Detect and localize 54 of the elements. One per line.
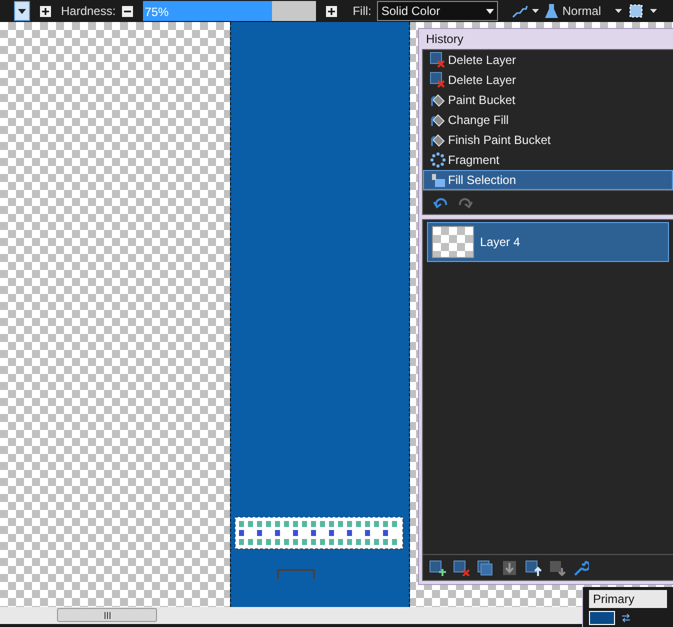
paint-bucket-icon [430, 132, 446, 148]
history-item[interactable]: Fragment [423, 150, 673, 170]
grip-icon [104, 612, 110, 618]
history-item[interactable]: Paint Bucket [423, 90, 673, 110]
fragment-dots-icon [430, 152, 446, 168]
stair-line-icon [512, 4, 528, 18]
history-item[interactable]: Finish Paint Bucket [423, 130, 673, 150]
swap-arrows-icon[interactable] [621, 613, 631, 623]
selection-icon [628, 3, 644, 19]
layer-item[interactable]: Layer 4 [427, 222, 669, 262]
minus-icon [122, 6, 133, 16]
history-item[interactable]: Fill Selection [423, 170, 673, 190]
delete-layer-icon[interactable] [453, 560, 471, 576]
layer-delete-icon [430, 52, 446, 68]
caret-icon [532, 9, 540, 13]
merge-down-icon[interactable] [501, 560, 519, 576]
history-item[interactable]: Delete Layer [423, 70, 673, 90]
fill-label: Fill: [352, 3, 372, 20]
history-item[interactable]: Delete Layer [423, 50, 673, 70]
scrollbar-thumb[interactable] [57, 608, 157, 622]
antialias-button[interactable] [512, 4, 540, 18]
layer-delete-icon [430, 72, 446, 88]
move-layer-up-icon[interactable] [525, 560, 543, 576]
hardness-label: Hardness: [61, 3, 116, 20]
undo-icon[interactable] [433, 196, 449, 208]
plus-icon [40, 6, 51, 16]
decrease-button[interactable] [122, 6, 133, 16]
selection-mode-button[interactable] [628, 3, 658, 19]
palette-dropdown[interactable]: Primary [589, 590, 667, 608]
dropdown-button[interactable] [14, 1, 30, 21]
caret-icon [486, 8, 494, 14]
primary-color-swatch[interactable] [589, 611, 615, 625]
history-title: History [425, 31, 464, 48]
bracket-shape [277, 569, 315, 579]
plus-icon [326, 6, 337, 16]
move-layer-down-icon[interactable] [549, 560, 567, 576]
redo-icon[interactable] [457, 196, 473, 208]
wrench-icon[interactable] [573, 560, 589, 576]
paint-bucket-icon [430, 92, 446, 108]
add-layer-icon[interactable] [429, 560, 447, 576]
duplicate-layer-icon[interactable] [477, 560, 495, 576]
history-item[interactable]: Change Fill [423, 110, 673, 130]
horizontal-scrollbar[interactable] [0, 607, 582, 624]
caret-icon [650, 9, 658, 13]
hardness-value: 75% [144, 4, 169, 21]
fill-selection-icon [430, 172, 446, 188]
fill-dropdown[interactable]: Solid Color [377, 1, 498, 21]
layer-thumbnail [432, 226, 474, 258]
caret-icon [615, 9, 622, 13]
caret-icon [18, 8, 26, 14]
layer-name: Layer 4 [480, 234, 520, 251]
blend-mode-dropdown[interactable]: Normal [545, 2, 622, 20]
paint-bucket-icon [430, 112, 446, 128]
flask-icon [545, 4, 558, 18]
